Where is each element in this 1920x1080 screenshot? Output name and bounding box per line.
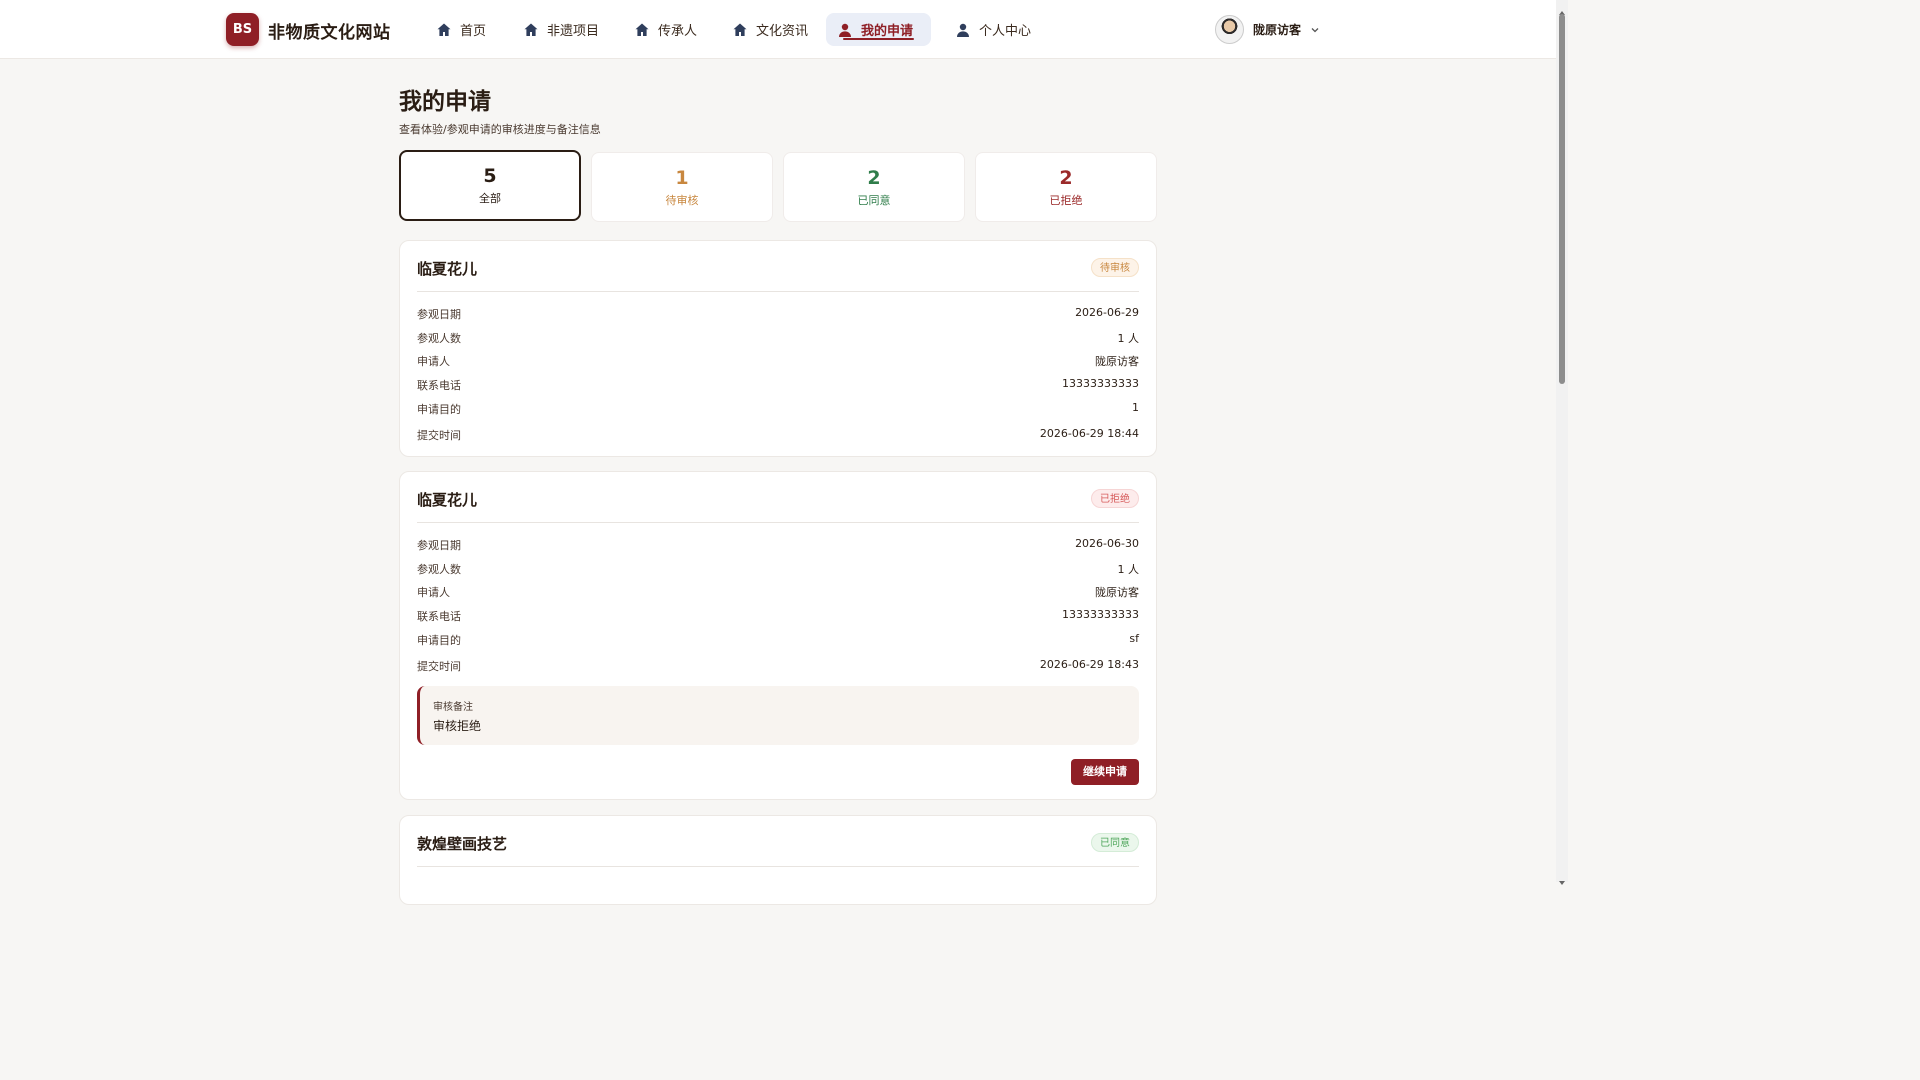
chevron-down-icon[interactable] <box>1310 25 1320 35</box>
nav-label: 首页 <box>460 24 487 39</box>
nav-item-inheritors[interactable]: 传承人 <box>623 13 709 46</box>
nav-label: 非遗项目 <box>547 24 600 39</box>
stat-label: 待审核 <box>665 194 699 207</box>
detail-value: 陇原访客 <box>1095 355 1139 368</box>
stat-count: 5 <box>483 165 497 187</box>
user-icon <box>837 22 853 38</box>
remark-label: 审核备注 <box>433 702 473 713</box>
remark-text: 审核拒绝 <box>433 719 482 733</box>
detail-label: 参观日期 <box>417 539 461 552</box>
stat-label: 全部 <box>479 192 501 205</box>
nav-label: 我的申请 <box>861 24 914 39</box>
divider <box>417 866 1139 867</box>
detail-row: 申请目的 1 <box>417 401 1139 417</box>
review-remark: 审核备注 审核拒绝 <box>417 686 1139 745</box>
page-subtitle: 查看体验/参观申请的审核进度与备注信息 <box>399 123 601 136</box>
avatar[interactable] <box>1215 15 1244 44</box>
application-title: 敦煌壁画技艺 <box>417 835 508 853</box>
nav-item-culture-news[interactable]: 文化资讯 <box>721 13 820 46</box>
detail-label: 申请人 <box>417 355 450 368</box>
detail-row: 联系电话 13333333333 <box>417 377 1139 393</box>
application-title: 临夏花儿 <box>417 491 478 509</box>
detail-row: 参观人数 1 人 <box>417 330 1139 346</box>
detail-label: 参观人数 <box>417 563 461 576</box>
status-badge: 已拒绝 <box>1091 489 1139 508</box>
stat-card-rejected[interactable]: 2 已拒绝 <box>975 152 1157 222</box>
detail-label: 申请目的 <box>417 403 461 416</box>
scroll-down-arrow-icon[interactable] <box>1558 872 1566 885</box>
nav-item-my-applications[interactable]: 我的申请 <box>826 13 931 46</box>
home-icon <box>523 22 539 38</box>
nav-item-heritage-projects[interactable]: 非遗项目 <box>512 13 611 46</box>
page-title: 我的申请 <box>399 89 491 115</box>
detail-value: 2026-06-30 <box>1075 537 1139 550</box>
nav-item-personal-center[interactable]: 个人中心 <box>944 13 1043 46</box>
nav-label: 传承人 <box>658 24 698 39</box>
stat-count: 2 <box>867 167 881 189</box>
detail-value: 2026-06-29 18:43 <box>1039 658 1139 671</box>
home-icon <box>634 22 650 38</box>
status-badge: 待审核 <box>1091 258 1139 277</box>
page-scrollbar[interactable] <box>1556 0 1568 885</box>
nav-label: 文化资讯 <box>756 24 809 39</box>
divider <box>417 522 1139 523</box>
detail-label: 申请目的 <box>417 634 461 647</box>
detail-label: 联系电话 <box>417 610 461 623</box>
divider <box>417 291 1139 292</box>
detail-row: 参观人数 1 人 <box>417 561 1139 577</box>
detail-value: 1 <box>1132 401 1139 414</box>
stat-label: 已拒绝 <box>1049 194 1083 207</box>
home-icon <box>436 22 452 38</box>
user-menu[interactable]: 陇原访客 <box>1215 14 1320 45</box>
stat-card-all[interactable]: 5 全部 <box>399 150 581 221</box>
application-title: 临夏花儿 <box>417 260 478 278</box>
detail-label: 联系电话 <box>417 379 461 392</box>
detail-row: 申请人 陇原访客 <box>417 584 1139 600</box>
detail-value: 1 人 <box>1117 563 1140 576</box>
application-card: 临夏花儿 已拒绝 参观日期 2026-06-30 参观人数 1 人 申请人 陇原访客 … <box>399 471 1157 800</box>
detail-label: 参观人数 <box>417 332 461 345</box>
scroll-up-arrow-icon[interactable] <box>1558 2 1566 15</box>
stat-card-pending[interactable]: 1 待审核 <box>591 152 773 222</box>
stat-count: 2 <box>1059 167 1073 189</box>
detail-row: 提交时间 2026-06-29 18:44 <box>417 427 1139 443</box>
detail-value: sf <box>1129 632 1139 645</box>
detail-value: 13333333333 <box>1062 608 1139 621</box>
stat-card-approved[interactable]: 2 已同意 <box>783 152 965 222</box>
continue-apply-button[interactable]: 继续申请 <box>1071 759 1139 785</box>
status-badge: 已同意 <box>1091 833 1139 852</box>
home-icon <box>732 22 748 38</box>
user-name: 陇原访客 <box>1253 23 1302 37</box>
detail-row: 联系电话 13333333333 <box>417 608 1139 624</box>
detail-value: 2026-06-29 18:44 <box>1039 427 1139 440</box>
scroll-thumb[interactable] <box>1559 14 1565 384</box>
detail-label: 提交时间 <box>417 429 461 442</box>
detail-value: 陇原访客 <box>1095 586 1139 599</box>
nav-item-home[interactable]: 首页 <box>425 13 498 46</box>
top-header: BS 非物质文化网站 首页 非遗项目 传承人 文化资讯 我的申请 个人中心 陇原 <box>0 0 1556 59</box>
user-icon <box>955 22 971 38</box>
detail-label: 申请人 <box>417 586 450 599</box>
detail-value: 13333333333 <box>1062 377 1139 390</box>
detail-row: 申请目的 sf <box>417 632 1139 648</box>
application-card: 敦煌壁画技艺 已同意 <box>399 815 1157 905</box>
stat-label: 已同意 <box>857 194 891 207</box>
nav-label: 个人中心 <box>979 24 1032 39</box>
detail-row: 参观日期 2026-06-29 <box>417 306 1139 322</box>
detail-row: 参观日期 2026-06-30 <box>417 537 1139 553</box>
detail-label: 提交时间 <box>417 660 461 673</box>
detail-row: 提交时间 2026-06-29 18:43 <box>417 658 1139 674</box>
site-name[interactable]: 非物质文化网站 <box>268 18 391 43</box>
detail-label: 参观日期 <box>417 308 461 321</box>
detail-value: 2026-06-29 <box>1075 306 1139 319</box>
detail-row: 申请人 陇原访客 <box>417 353 1139 369</box>
application-card: 临夏花儿 待审核 参观日期 2026-06-29 参观人数 1 人 申请人 陇原访客 … <box>399 240 1157 457</box>
detail-value: 1 人 <box>1117 332 1140 345</box>
site-logo[interactable]: BS <box>226 13 259 46</box>
stat-count: 1 <box>675 167 689 189</box>
